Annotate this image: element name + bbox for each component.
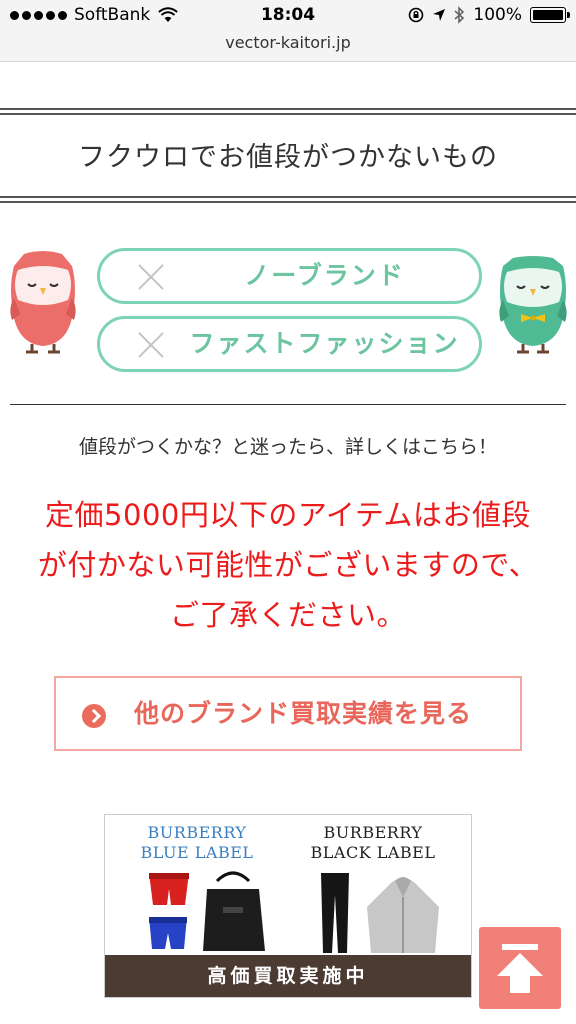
no-price-item-no-brand: ノーブランド: [97, 248, 482, 304]
content-divider: [10, 404, 566, 405]
arrow-up-icon: [497, 944, 543, 993]
price-notice: 定価5000円以下のアイテムはお値段 が付かない可能性がございますので、 ご了承…: [8, 490, 568, 640]
no-price-item-fast-fashion: ファストファッション: [97, 316, 482, 372]
no-price-item-label: ノーブランド: [244, 261, 405, 290]
question-text: 値段がつくかな？と迷ったら、詳しくはこちら！: [78, 436, 497, 458]
brand-line: BLUE LABEL: [140, 843, 254, 862]
pink-owl-icon: [8, 248, 78, 360]
burberry-banner[interactable]: BURBERRY BLUE LABEL BURBERRY BLACK LABEL…: [104, 814, 472, 998]
notice-line: 定価5000円以下のアイテムはお値段: [45, 498, 531, 532]
back-to-top-button[interactable]: [479, 927, 561, 1009]
location-arrow-icon: [433, 9, 446, 21]
brand-line: BLACK LABEL: [310, 843, 436, 862]
address-bar[interactable]: vector-kaitori.jp: [0, 32, 576, 62]
green-owl-icon: [497, 256, 569, 360]
url-text[interactable]: vector-kaitori.jp: [225, 33, 351, 52]
brand-black-label: BURBERRY BLACK LABEL: [283, 823, 463, 863]
bluetooth-icon: [454, 6, 465, 24]
heading-divider-bottom: [0, 196, 576, 203]
status-right: 100%: [408, 5, 570, 25]
heading-divider-top: [0, 108, 576, 115]
product-photos: [149, 871, 439, 953]
brand-blue-label: BURBERRY BLUE LABEL: [107, 823, 287, 863]
battery-icon: [530, 7, 570, 23]
brand-name: BURBERRY: [147, 823, 247, 842]
section-heading: フクウロでお値段がつかないもの: [78, 142, 498, 173]
other-brands-results-button[interactable]: 他のブランド買取実績を見る: [54, 676, 522, 751]
banner-footer: 高価買取実施中: [105, 955, 471, 997]
cross-icon: [136, 262, 166, 292]
rotation-lock-icon: [409, 7, 424, 23]
status-bar: SoftBank 18:04 100%: [0, 0, 576, 32]
chevron-right-icon: [82, 704, 106, 728]
no-price-item-label: ファストファッション: [189, 329, 460, 358]
cross-icon: [136, 330, 166, 360]
brand-name: BURBERRY: [323, 823, 423, 842]
notice-line: が付かない可能性がございますので、: [37, 548, 539, 582]
battery-percent: 100%: [473, 5, 522, 25]
cta-label: 他のブランド買取実績を見る: [134, 699, 473, 728]
notice-line: ご了承ください。: [169, 598, 406, 632]
